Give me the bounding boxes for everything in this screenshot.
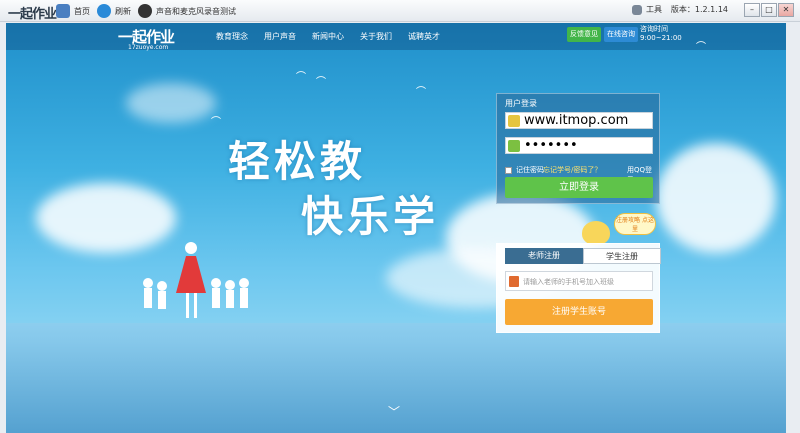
hero-slogan-line1: 轻松教	[228, 137, 367, 186]
nav-item-careers[interactable]: 诚聘英才	[408, 31, 440, 42]
tools-menu[interactable]: 工具	[632, 4, 662, 15]
window-controls: – □ ✕	[744, 3, 794, 17]
toolbar-audio-test-button[interactable]: 声音和麦克风录音测试	[138, 3, 236, 19]
forgot-password-link[interactable]: 忘记学号/密码了？	[543, 165, 601, 175]
register-student-button[interactable]: 注册学生账号	[505, 299, 653, 325]
online-consult-button[interactable]: 在线咨询	[604, 27, 638, 42]
nav-item-philosophy[interactable]: 教育理念	[216, 31, 248, 42]
register-guide-bubble[interactable]: 注册攻略 点这里	[614, 213, 656, 235]
bird-icon: ⌒	[296, 72, 306, 83]
tab-student-register[interactable]: 学生注册	[583, 248, 661, 264]
login-button[interactable]: 立即登录	[505, 177, 653, 198]
refresh-icon	[97, 4, 111, 18]
login-panel: 用户登录 www.itmop.com ••••••• 记住密码 忘记学号/密码了…	[496, 93, 660, 204]
username-field[interactable]: www.itmop.com	[505, 112, 653, 129]
user-icon	[508, 115, 520, 127]
home-icon	[56, 4, 70, 18]
wrench-icon	[632, 4, 642, 15]
version-text: 版本：1.2.1.14	[670, 5, 728, 14]
toolbar-refresh-label: 刷新	[115, 6, 131, 16]
cloud	[656, 143, 776, 253]
site-navbar: 一起作业 17zuoye.com 教育理念 用户声音 新闻中心 关于我们 诚聘英…	[6, 23, 786, 51]
hero-slogan-line2: 快乐学	[301, 192, 440, 241]
consult-hours: 咨询时间 9:00~21:00	[640, 25, 682, 43]
title-bar: 一起作业 首页 刷新 声音和麦克风录音测试 工具 版本：1.2.1.14 – □…	[0, 0, 800, 22]
nav-item-about[interactable]: 关于我们	[360, 31, 392, 42]
tools-label: 工具	[646, 5, 662, 14]
feedback-button[interactable]: 反馈意见	[567, 27, 601, 42]
minimize-button[interactable]: –	[744, 3, 760, 17]
bird-icon: ⌒	[211, 117, 221, 128]
bird-icon: ⌒	[696, 42, 706, 53]
main-webview: 一起作业 17zuoye.com 教育理念 用户声音 新闻中心 关于我们 诚聘英…	[6, 23, 786, 433]
site-logo-sub: 17zuoye.com	[128, 44, 169, 51]
nav-item-user-voice[interactable]: 用户声音	[264, 31, 296, 42]
login-title: 用户登录	[505, 99, 537, 108]
book-icon	[509, 276, 519, 287]
remember-checkbox[interactable]	[505, 166, 512, 174]
cloud	[126, 83, 216, 123]
lock-icon	[508, 140, 520, 152]
remember-label: 记住密码	[516, 166, 544, 174]
username-value: www.itmop.com	[524, 113, 629, 128]
register-panel: 老师注册 学生注册 请输入老师的手机号加入班级 注册学生账号	[496, 243, 661, 333]
children-silhouette-illustration	[143, 242, 249, 318]
mascot-icon[interactable]	[582, 221, 610, 245]
scroll-down-icon[interactable]: ﹀	[388, 403, 400, 420]
site-logo[interactable]: 一起作业 17zuoye.com	[118, 26, 175, 51]
toolbar-audio-test-label: 声音和麦克风录音测试	[156, 6, 236, 16]
main-nav: 教育理念 用户声音 新闻中心 关于我们 诚聘英才	[216, 31, 440, 42]
password-value: •••••••	[524, 138, 578, 153]
maximize-button[interactable]: □	[761, 3, 777, 17]
app-logo: 一起作业	[8, 7, 57, 22]
toolbar-home-button[interactable]: 首页	[56, 3, 90, 19]
toolbar-refresh-button[interactable]: 刷新	[97, 3, 131, 19]
toolbar-home-label: 首页	[74, 6, 90, 16]
bird-icon: ⌒	[316, 77, 326, 88]
nav-item-news[interactable]: 新闻中心	[312, 31, 344, 42]
password-field[interactable]: •••••••	[505, 137, 653, 154]
consult-hours-label: 咨询时间	[640, 25, 668, 33]
tab-teacher-register[interactable]: 老师注册	[505, 248, 583, 264]
teacher-phone-placeholder: 请输入老师的手机号加入班级	[523, 278, 614, 286]
remember-password[interactable]: 记住密码	[505, 165, 544, 175]
close-button[interactable]: ✕	[778, 3, 794, 17]
headset-icon	[138, 4, 152, 18]
teacher-phone-input[interactable]: 请输入老师的手机号加入班级	[505, 271, 653, 291]
consult-hours-value: 9:00~21:00	[640, 34, 682, 42]
bird-icon: ⌒	[416, 87, 426, 98]
